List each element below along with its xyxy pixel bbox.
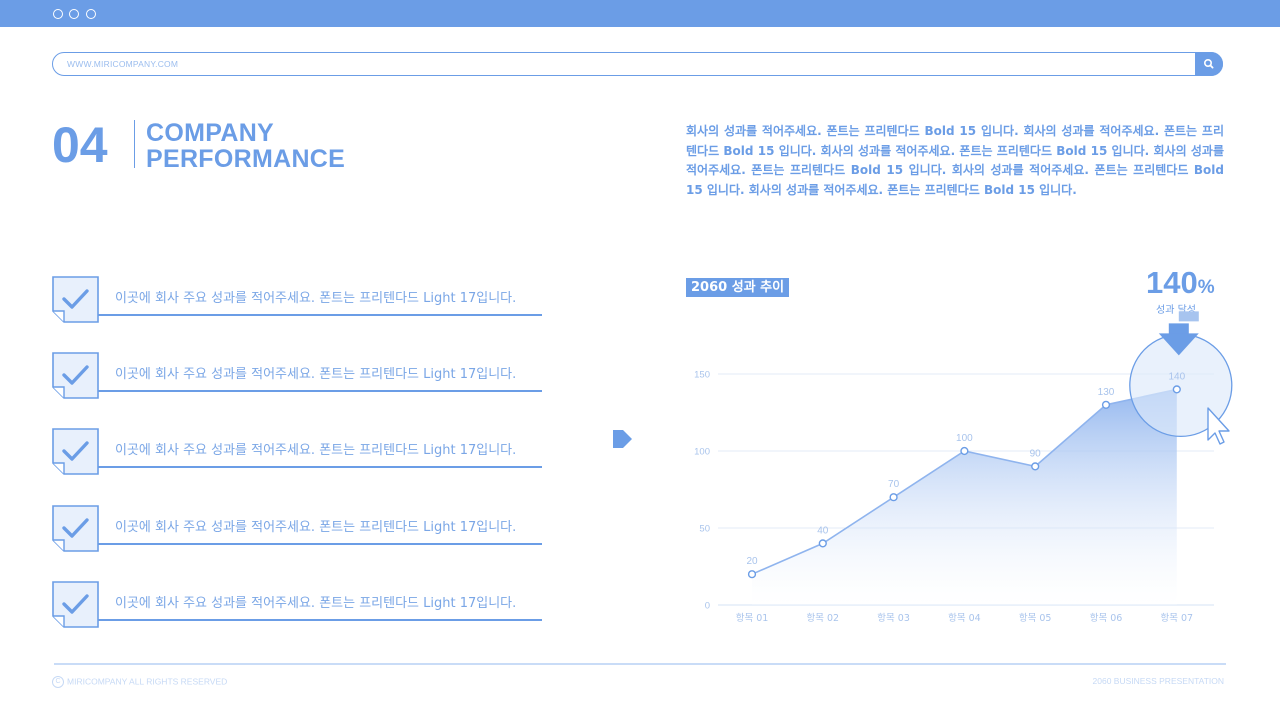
x-tick-label: 항목 02 [807, 613, 840, 624]
footer-right-text: 2060 BUSINESS PRESENTATION [1092, 676, 1224, 686]
y-tick-label: 100 [694, 447, 710, 458]
series-area [752, 389, 1177, 605]
x-tick-label: 항목 04 [948, 613, 981, 624]
x-tick-label: 항목 07 [1161, 613, 1194, 624]
data-point [960, 446, 969, 456]
footer-divider [54, 663, 1226, 665]
data-label: 70 [888, 479, 900, 490]
y-tick-label: 150 [694, 370, 710, 381]
data-point [747, 570, 757, 579]
data-point [1172, 385, 1181, 394]
performance-chart: 0 50 100 150 20 40 70 100 90 130 140 항목 01 항목 02 항목 0… [694, 311, 1233, 624]
footer-copyright: C MIRICOMPANY ALL RIGHTS RESERVED [52, 676, 227, 688]
x-tick-label: 항목 01 [736, 613, 769, 624]
data-label: 140 [1168, 371, 1185, 382]
copyright-icon: C [52, 676, 64, 688]
data-label: 130 [1098, 387, 1115, 398]
data-label: 40 [817, 525, 829, 536]
y-tick-label: 50 [699, 524, 710, 535]
data-point [818, 539, 827, 548]
data-point [1031, 462, 1040, 471]
data-point [889, 493, 898, 502]
y-tick-label: 0 [705, 601, 710, 612]
data-label: 20 [746, 556, 758, 567]
footer-left-text: MIRICOMPANY ALL RIGHTS RESERVED [67, 676, 228, 687]
arrow-down-icon-stem-top [1178, 311, 1199, 322]
data-point [1101, 400, 1111, 409]
x-tick-label: 항목 03 [877, 613, 910, 624]
x-tick-label: 항목 05 [1019, 613, 1052, 624]
x-tick-label: 항목 06 [1090, 613, 1123, 624]
data-label: 90 [1030, 448, 1042, 459]
data-label: 100 [956, 433, 973, 444]
